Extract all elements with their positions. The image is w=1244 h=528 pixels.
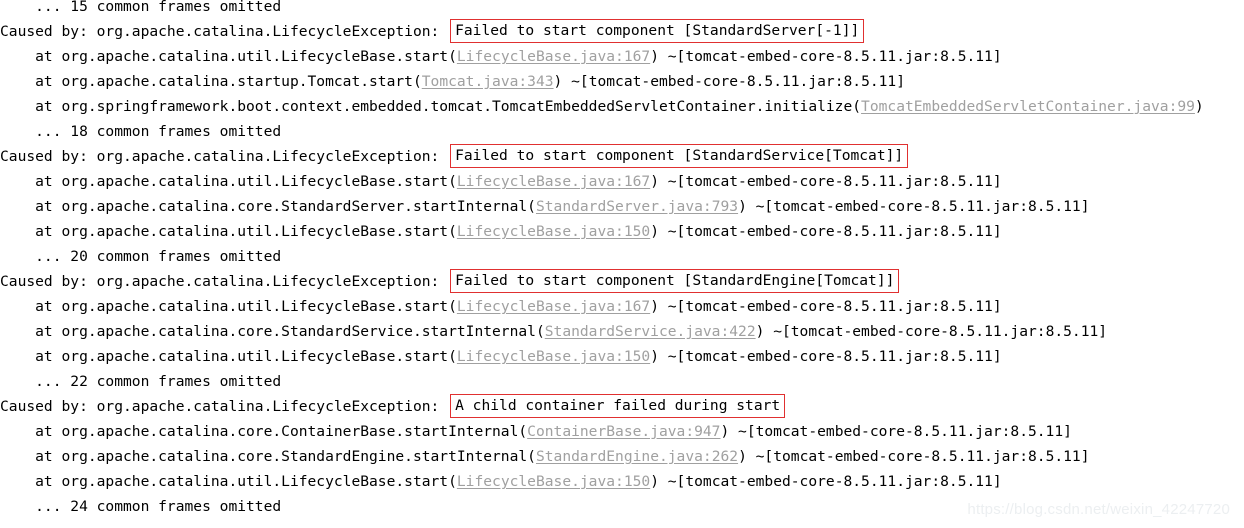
stack-trace-text: ) ~[tomcat-embed-core-8.5.11.jar:8.5.11] xyxy=(650,223,1002,240)
source-file-link[interactable]: LifecycleBase.java:150 xyxy=(457,473,650,490)
stack-trace-text: ) ~[tomcat-embed-core-8.5.11.jar:8.5.11] xyxy=(553,73,905,90)
stack-trace-text: ) ~[tomcat-embed-core-8.5.11.jar:8.5.11] xyxy=(755,323,1108,340)
stack-trace-line: at org.apache.catalina.core.StandardServ… xyxy=(0,319,1244,344)
source-file-link[interactable]: LifecycleBase.java:167 xyxy=(457,298,650,315)
stack-trace-text: at org.apache.catalina.util.LifecycleBas… xyxy=(0,223,457,240)
stack-trace-line: at org.apache.catalina.util.LifecycleBas… xyxy=(0,219,1244,244)
stack-trace-console: ... 15 common frames omitted Caused by: o… xyxy=(0,0,1244,519)
stack-trace-line: at org.apache.catalina.util.LifecycleBas… xyxy=(0,294,1244,319)
source-file-link[interactable]: TomcatEmbeddedServletContainer.java:99 xyxy=(861,98,1195,115)
stack-trace-text: ) ~[tomcat-embed-core-8.5.11.jar:8.5.11] xyxy=(650,298,1002,315)
stack-trace-text: Caused by: org.apache.catalina.Lifecycle… xyxy=(0,273,449,290)
stack-trace-line: at org.apache.catalina.util.LifecycleBas… xyxy=(0,344,1244,369)
stack-trace-line: ... 20 common frames omitted xyxy=(0,244,1244,269)
highlighted-exception-message: Failed to start component [StandardServi… xyxy=(450,144,909,168)
stack-trace-caused-by-line: Caused by: org.apache.catalina.Lifecycle… xyxy=(0,394,1244,419)
stack-trace-text: ... 20 common frames omitted xyxy=(0,248,282,265)
source-file-link[interactable]: LifecycleBase.java:167 xyxy=(457,48,650,65)
stack-trace-line: at org.apache.catalina.util.LifecycleBas… xyxy=(0,469,1244,494)
stack-trace-text: at org.apache.catalina.core.StandardServ… xyxy=(0,198,536,215)
stack-trace-text: ... 15 common frames omitted xyxy=(0,0,282,15)
source-file-link[interactable]: LifecycleBase.java:150 xyxy=(457,223,650,240)
source-file-link[interactable]: StandardService.java:422 xyxy=(545,323,756,340)
stack-trace-text: ) ~[tomcat-embed-core-8.5.11.jar:8.5.11] xyxy=(720,423,1072,440)
stack-trace-text: at org.apache.catalina.core.StandardEngi… xyxy=(0,448,536,465)
stack-trace-text: at org.apache.catalina.util.LifecycleBas… xyxy=(0,348,457,365)
source-file-link[interactable]: StandardServer.java:793 xyxy=(536,198,738,215)
stack-trace-text: ... 18 common frames omitted xyxy=(0,123,282,140)
stack-trace-caused-by-line: Caused by: org.apache.catalina.Lifecycle… xyxy=(0,269,1244,294)
stack-trace-text: ) ~[tomcat-embed-core-8.5.11.jar:8.5.11] xyxy=(738,198,1090,215)
stack-trace-line: at org.apache.catalina.util.LifecycleBas… xyxy=(0,44,1244,69)
source-file-link[interactable]: ContainerBase.java:947 xyxy=(527,423,720,440)
highlighted-exception-message: Failed to start component [StandardServe… xyxy=(450,19,865,43)
stack-trace-line: ... 22 common frames omitted xyxy=(0,369,1244,394)
stack-trace-text: Caused by: org.apache.catalina.Lifecycle… xyxy=(0,398,449,415)
stack-trace-line: ... 18 common frames omitted xyxy=(0,119,1244,144)
stack-trace-text: at org.apache.catalina.util.LifecycleBas… xyxy=(0,48,457,65)
stack-trace-line: at org.apache.catalina.util.LifecycleBas… xyxy=(0,169,1244,194)
stack-trace-line: ... 15 common frames omitted xyxy=(0,0,1244,19)
stack-trace-text: ) ~[tomcat-embed-core-8.5.11.jar:8.5.11] xyxy=(650,173,1002,190)
stack-trace-text: at org.apache.catalina.util.LifecycleBas… xyxy=(0,298,457,315)
stack-trace-text: at org.apache.catalina.startup.Tomcat.st… xyxy=(0,73,422,90)
stack-trace-text: Caused by: org.apache.catalina.Lifecycle… xyxy=(0,148,449,165)
stack-trace-text: ) ~[tomcat-embed-core-8.5.11.jar:8.5.11] xyxy=(738,448,1090,465)
source-file-link[interactable]: LifecycleBase.java:150 xyxy=(457,348,650,365)
stack-trace-text: ) ~[tomcat-embed-core-8.5.11.jar:8.5.11] xyxy=(650,48,1002,65)
watermark-text: https://blog.csdn.net/weixin_42247720 xyxy=(967,501,1230,518)
stack-trace-text: at org.springframework.boot.context.embe… xyxy=(0,98,862,115)
highlighted-exception-message: Failed to start component [StandardEngin… xyxy=(450,269,900,293)
stack-trace-caused-by-line: Caused by: org.apache.catalina.Lifecycle… xyxy=(0,144,1244,169)
stack-trace-text: Caused by: org.apache.catalina.Lifecycle… xyxy=(0,23,449,40)
stack-trace-line: at org.apache.catalina.core.ContainerBas… xyxy=(0,419,1244,444)
highlighted-exception-message: A child container failed during start xyxy=(450,394,786,418)
stack-trace-line: at org.apache.catalina.core.StandardServ… xyxy=(0,194,1244,219)
stack-trace-caused-by-line: Caused by: org.apache.catalina.Lifecycle… xyxy=(0,19,1244,44)
stack-trace-text: at org.apache.catalina.core.ContainerBas… xyxy=(0,423,528,440)
stack-trace-text: ... 24 common frames omitted xyxy=(0,498,282,515)
source-file-link[interactable]: StandardEngine.java:262 xyxy=(536,448,738,465)
stack-trace-text: ... 22 common frames omitted xyxy=(0,373,282,390)
stack-trace-text: ) ~[tomcat-embed-core-8.5.11.jar:8.5.11] xyxy=(650,473,1002,490)
stack-trace-text: at org.apache.catalina.util.LifecycleBas… xyxy=(0,473,457,490)
stack-trace-text: at org.apache.catalina.core.StandardServ… xyxy=(0,323,545,340)
source-file-link[interactable]: Tomcat.java:343 xyxy=(422,73,554,90)
stack-trace-text: ) xyxy=(1194,98,1204,115)
source-file-link[interactable]: LifecycleBase.java:167 xyxy=(457,173,650,190)
stack-trace-line: at org.springframework.boot.context.embe… xyxy=(0,94,1244,119)
stack-trace-text: at org.apache.catalina.util.LifecycleBas… xyxy=(0,173,457,190)
stack-trace-text: ) ~[tomcat-embed-core-8.5.11.jar:8.5.11] xyxy=(650,348,1002,365)
stack-trace-line: at org.apache.catalina.startup.Tomcat.st… xyxy=(0,69,1244,94)
stack-trace-line: at org.apache.catalina.core.StandardEngi… xyxy=(0,444,1244,469)
